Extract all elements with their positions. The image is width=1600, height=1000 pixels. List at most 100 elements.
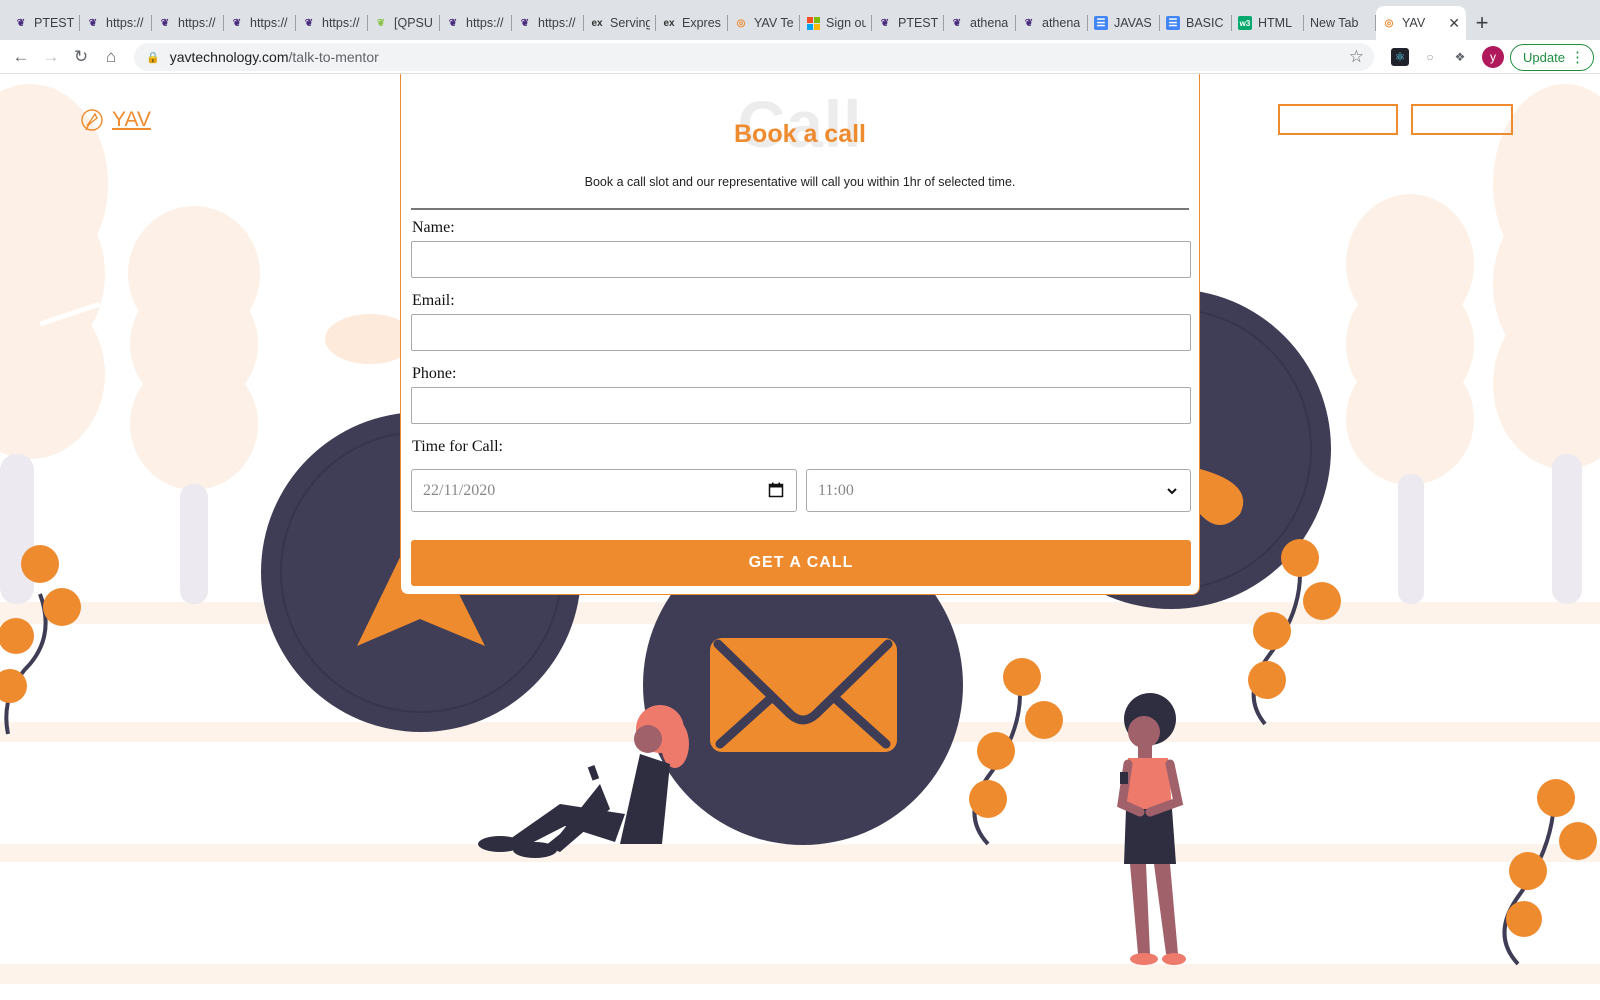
hire-with-us-label: Hire With Us [1422,111,1502,128]
ground-stripe [0,844,1600,862]
ground-stripe [0,964,1600,984]
name-input[interactable] [411,241,1191,278]
new-tab-icon[interactable]: + [1466,6,1498,40]
tree-right [1346,84,1600,604]
address-bar[interactable]: 🔒 yavtechnology.com/talk-to-mentor ☆ [134,43,1374,71]
phone-input[interactable] [411,387,1191,424]
browser-tab[interactable]: ❦ https:// [440,6,512,40]
browser-tab[interactable]: Sign ou [800,6,872,40]
browser-tab[interactable]: ❦ https:// [296,6,368,40]
athena-icon: ❦ [160,17,170,29]
docs-icon: ☰ [1166,16,1180,30]
email-label: Email: [412,292,455,309]
leaf-icon: ❦ [376,17,386,29]
browser-tab[interactable]: New Tab [1304,6,1376,40]
time-value: 11:00 [818,481,854,499]
browser-tab-active[interactable]: ◎ YAV ✕ [1376,6,1466,40]
date-value: 22/11/2020 [423,481,496,499]
puzzle-icon[interactable]: ❖ [1451,48,1469,66]
bookmark-star-icon[interactable]: ☆ [1349,47,1364,67]
react-extension-icon[interactable]: ⚛ [1391,48,1409,66]
tab-label: Serving [610,16,650,30]
browser-tab[interactable]: ❦ PTEST [872,6,944,40]
date-input[interactable]: 22/11/2020 [411,469,797,512]
browser-tab-strip: ❦ PTEST ❦ https:// ❦ https:// ❦ https:// ❦ https:… [0,0,1600,40]
chevron-down-icon [1167,488,1177,495]
tab-label: [QPSU [394,16,433,30]
tab-label: HTML [1258,16,1293,30]
profile-avatar[interactable]: y [1482,46,1504,68]
close-tab-icon[interactable]: ✕ [1448,15,1460,32]
browser-tab[interactable]: ☰ JAVAS [1088,6,1160,40]
yav-icon: ◎ [1384,17,1394,29]
browser-tab[interactable]: w3 HTML [1232,6,1304,40]
schedule-call-label: Schedule a call [1290,111,1386,128]
browser-tab[interactable]: ☰ BASIC [1160,6,1232,40]
tab-label: New Tab [1310,16,1359,30]
home-icon[interactable]: ⌂ [96,42,126,72]
tab-label: BASIC [1186,16,1224,30]
browser-tab[interactable]: ❦ athena [1016,6,1088,40]
tab-label: https:// [322,16,360,30]
browser-tab[interactable]: ❦ https:// [224,6,296,40]
browser-toolbar: ← → ↻ ⌂ 🔒 yavtechnology.com/talk-to-ment… [0,40,1600,74]
email-input[interactable] [411,314,1191,351]
browser-tab[interactable]: ❦ [QPSU [368,6,440,40]
tab-label: https:// [250,16,288,30]
tab-label: Sign ou [826,16,866,30]
extension-icon[interactable]: ○ [1421,48,1439,66]
ex-icon: ex [591,17,603,29]
tab-label: Expres [682,16,721,30]
page-content: YAV Schedule a call Hire With Us Call Bo… [0,74,1600,1000]
rocket-icon [81,109,103,131]
calendar-icon[interactable] [768,482,784,498]
docs-icon: ☰ [1094,16,1108,30]
get-a-call-label: GET A CALL [748,554,854,571]
forward-icon[interactable]: → [36,42,66,72]
browser-tab[interactable]: ❦ https:// [512,6,584,40]
update-button[interactable]: Update ⋮ [1510,44,1594,71]
browser-tab[interactable]: ◎ YAV Te [728,6,800,40]
tab-label: athena [1042,16,1081,30]
tab-label: YAV Te [754,16,794,30]
athena-icon: ❦ [88,17,98,29]
tab-label: PTEST [898,16,938,30]
get-a-call-button[interactable]: GET A CALL [411,540,1191,586]
browser-tab[interactable]: ex Expres [656,6,728,40]
hire-with-us-button[interactable]: Hire With Us [1411,104,1513,135]
browser-tab[interactable]: ❦ PTEST [8,6,80,40]
athena-icon: ❦ [520,17,530,29]
menu-dots-icon[interactable]: ⋮ [1570,48,1585,66]
tab-label: JAVAS [1114,16,1152,30]
tab-label: athena [970,16,1009,30]
book-call-modal: Call Book a call Book a call slot and ou… [400,74,1200,595]
schedule-call-button[interactable]: Schedule a call [1278,104,1398,135]
reload-icon[interactable]: ↻ [66,42,96,72]
site-logo[interactable]: YAV [80,106,151,134]
url-host: yavtechnology.com [169,49,289,65]
update-label: Update [1523,50,1565,65]
tab-label: https:// [466,16,504,30]
browser-tab[interactable]: ❦ https:// [152,6,224,40]
time-label: Time for Call: [412,438,503,455]
athena-icon: ❦ [16,17,26,29]
tab-label: https:// [538,16,576,30]
browser-tab[interactable]: ex Serving [584,6,656,40]
athena-icon: ❦ [952,17,962,29]
modal-subtitle: Book a call slot and our representative … [584,175,1016,189]
athena-icon: ❦ [304,17,314,29]
phone-label: Phone: [412,365,457,382]
tab-label: https:// [178,16,216,30]
browser-tab[interactable]: ❦ https:// [80,6,152,40]
browser-tab[interactable]: ❦ athena [944,6,1016,40]
plant-center [969,658,1063,846]
athena-icon: ❦ [448,17,458,29]
url-path: /talk-to-mentor [288,49,379,65]
lock-icon: 🔒 [146,51,160,64]
microsoft-icon [806,16,820,30]
back-icon[interactable]: ← [6,42,36,72]
athena-icon: ❦ [232,17,242,29]
brand-name: YAV [112,108,151,131]
time-select[interactable]: 11:00 [806,469,1191,512]
tab-label: https:// [106,16,144,30]
